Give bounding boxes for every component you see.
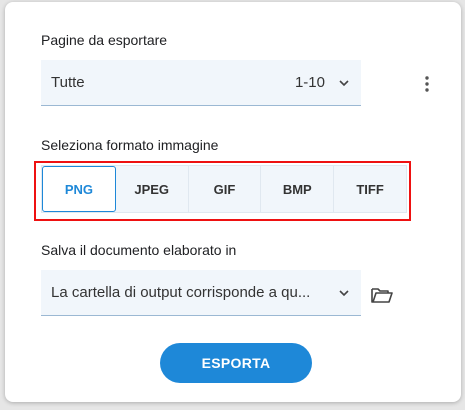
save-location-label: Salva il documento elaborato in [41,242,237,258]
folder-open-icon[interactable] [371,286,393,304]
pages-select-value: Tutte [51,74,85,91]
pages-select[interactable]: Tutte 1-10 [41,60,361,106]
chevron-down-icon [339,290,349,297]
chevron-down-icon [339,80,349,87]
more-vert-icon[interactable] [417,74,437,94]
highlight-box [34,161,411,221]
export-dialog: Pagine da esportare Tutte 1-10 Seleziona… [5,2,461,402]
export-button[interactable]: ESPORTA [160,343,312,383]
pages-label: Pagine da esportare [41,32,168,48]
save-location-value: La cartella di output corrisponde a qu..… [51,284,311,301]
save-location-select[interactable]: La cartella di output corrisponde a qu..… [41,270,361,316]
pages-range: 1-10 [294,74,325,91]
format-label: Seleziona formato immagine [41,137,219,153]
